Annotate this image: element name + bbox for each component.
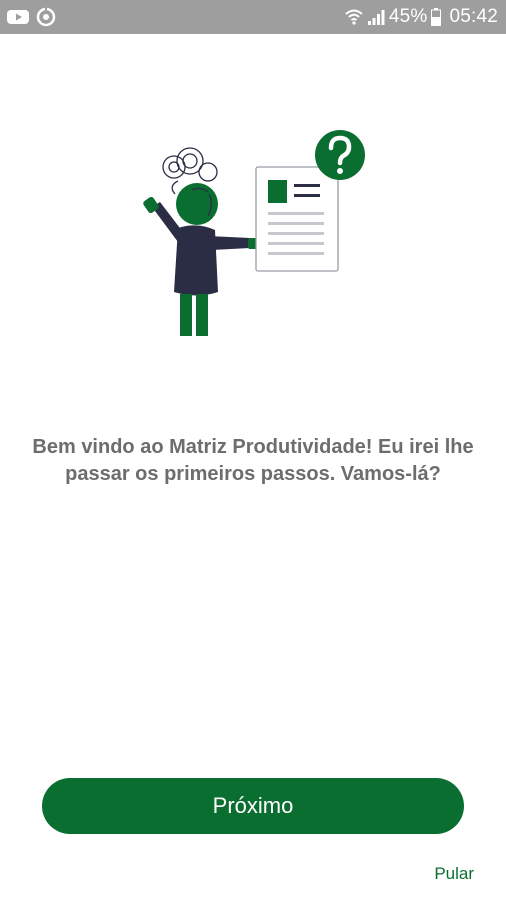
battery-percent: 45% xyxy=(388,6,428,27)
person-pointing-arm xyxy=(208,236,250,250)
person-right-leg xyxy=(196,294,208,336)
youtube-icon xyxy=(6,8,30,26)
person-left-leg xyxy=(180,294,192,336)
onboarding-illustration xyxy=(138,124,370,342)
document xyxy=(255,166,339,272)
question-mark-icon xyxy=(315,130,365,180)
skip-link[interactable]: Pular xyxy=(434,864,474,884)
onboarding-screen: 45% 05:42 Bem vindo ao Matriz Produtivid… xyxy=(0,0,506,900)
cell-signal-icon xyxy=(367,8,385,26)
person-body xyxy=(174,225,218,296)
clock-time: 05:42 xyxy=(449,6,498,27)
next-button[interactable]: Próximo xyxy=(42,778,464,834)
status-bar: 45% 05:42 xyxy=(0,0,506,34)
status-bar-right: 45% 05:42 xyxy=(345,6,498,28)
sync-icon xyxy=(36,7,56,27)
welcome-message: Bem vindo ao Matriz Produtividade! Eu ir… xyxy=(32,436,474,485)
battery-icon xyxy=(431,8,442,26)
wifi-icon xyxy=(345,7,363,27)
status-bar-left xyxy=(6,7,56,27)
